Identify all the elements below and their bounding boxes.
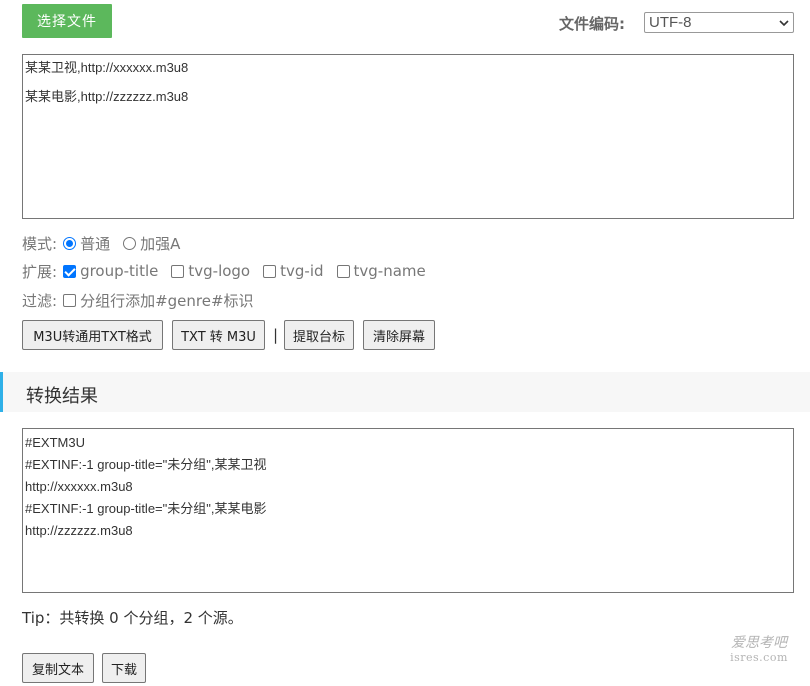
result-section-header: 转换结果 bbox=[0, 372, 810, 412]
filter-row: 过滤: 分组行添加#genre#标识 bbox=[22, 290, 267, 310]
mode-option-enhanced[interactable]: 加强A bbox=[123, 233, 180, 254]
radio-normal[interactable] bbox=[63, 236, 77, 250]
extend-option-label: group-title bbox=[80, 262, 159, 280]
mode-option-label: 普通 bbox=[80, 234, 111, 253]
m3u-to-txt-button[interactable]: M3U转通用TXT格式 bbox=[22, 320, 163, 350]
checkbox-tvg-id[interactable] bbox=[263, 264, 277, 278]
clear-screen-button[interactable]: 清除屏幕 bbox=[363, 320, 435, 350]
extend-option-group-title[interactable]: group-title bbox=[63, 262, 158, 280]
download-button[interactable]: 下载 bbox=[102, 653, 146, 683]
extend-label: 扩展: bbox=[22, 262, 58, 281]
extend-row: 扩展: group-title tvg-logo tvg-id tvg-name bbox=[22, 261, 439, 281]
chevron-down-icon bbox=[779, 20, 789, 27]
checkbox-tvg-name[interactable] bbox=[336, 264, 350, 278]
encoding-select[interactable]: UTF-8 bbox=[644, 12, 794, 33]
mode-label: 模式: bbox=[22, 234, 58, 253]
mode-row: 模式: 普通 加强A bbox=[22, 233, 193, 253]
extend-option-label: tvg-id bbox=[280, 262, 324, 280]
source-textarea[interactable]: 某某卫视,http://xxxxxx.m3u8 某某电影,http://zzzz… bbox=[22, 54, 794, 219]
watermark-line2: isres.com bbox=[730, 651, 788, 664]
encoding-select-value: UTF-8 bbox=[649, 14, 692, 31]
mode-option-label: 加强A bbox=[140, 234, 181, 253]
watermark-line1: 爱思考吧 bbox=[731, 635, 787, 651]
extend-option-label: tvg-name bbox=[353, 262, 426, 280]
filter-option-genre[interactable]: 分组行添加#genre#标识 bbox=[63, 290, 254, 311]
source-line: 某某卫视,http://xxxxxx.m3u8 bbox=[25, 60, 189, 75]
result-title: 转换结果 bbox=[26, 386, 98, 407]
section-accent bbox=[0, 372, 3, 412]
checkbox-genre[interactable] bbox=[63, 293, 77, 307]
filter-label: 过滤: bbox=[22, 291, 58, 310]
result-line: http://xxxxxx.m3u8 bbox=[25, 479, 133, 494]
radio-enhanced[interactable] bbox=[123, 236, 137, 250]
mode-option-normal[interactable]: 普通 bbox=[63, 233, 110, 254]
checkbox-group-title[interactable] bbox=[63, 264, 77, 278]
source-line: 某某电影,http://zzzzzz.m3u8 bbox=[25, 89, 189, 104]
button-separator: | bbox=[273, 326, 279, 344]
watermark-logo: 爱思考吧 isres.com bbox=[728, 634, 790, 670]
encoding-label: 文件编码: bbox=[559, 15, 625, 33]
extend-option-tvg-id[interactable]: tvg-id bbox=[263, 262, 324, 280]
extract-logo-button[interactable]: 提取台标 bbox=[284, 320, 354, 350]
result-line: #EXTINF:-1 group-title="未分组",某某电影 bbox=[25, 501, 267, 516]
result-line: #EXTM3U bbox=[25, 435, 85, 450]
result-line: #EXTINF:-1 group-title="未分组",某某卫视 bbox=[25, 457, 267, 472]
conversion-tip: Tip：共转换 0 个分组，2 个源。 bbox=[22, 609, 243, 627]
txt-to-m3u-button[interactable]: TXT 转 M3U bbox=[172, 320, 265, 350]
choose-file-button[interactable]: 选择文件 bbox=[22, 4, 112, 38]
extend-option-tvg-logo[interactable]: tvg-logo bbox=[171, 262, 250, 280]
checkbox-tvg-logo[interactable] bbox=[171, 264, 185, 278]
filter-option-label: 分组行添加#genre#标识 bbox=[80, 291, 254, 310]
copy-text-button[interactable]: 复制文本 bbox=[22, 653, 94, 683]
extend-option-tvg-name[interactable]: tvg-name bbox=[336, 262, 426, 280]
extend-option-label: tvg-logo bbox=[188, 262, 251, 280]
result-line: http://zzzzzz.m3u8 bbox=[25, 523, 133, 538]
result-textarea[interactable]: #EXTM3U #EXTINF:-1 group-title="未分组",某某卫… bbox=[22, 428, 794, 593]
